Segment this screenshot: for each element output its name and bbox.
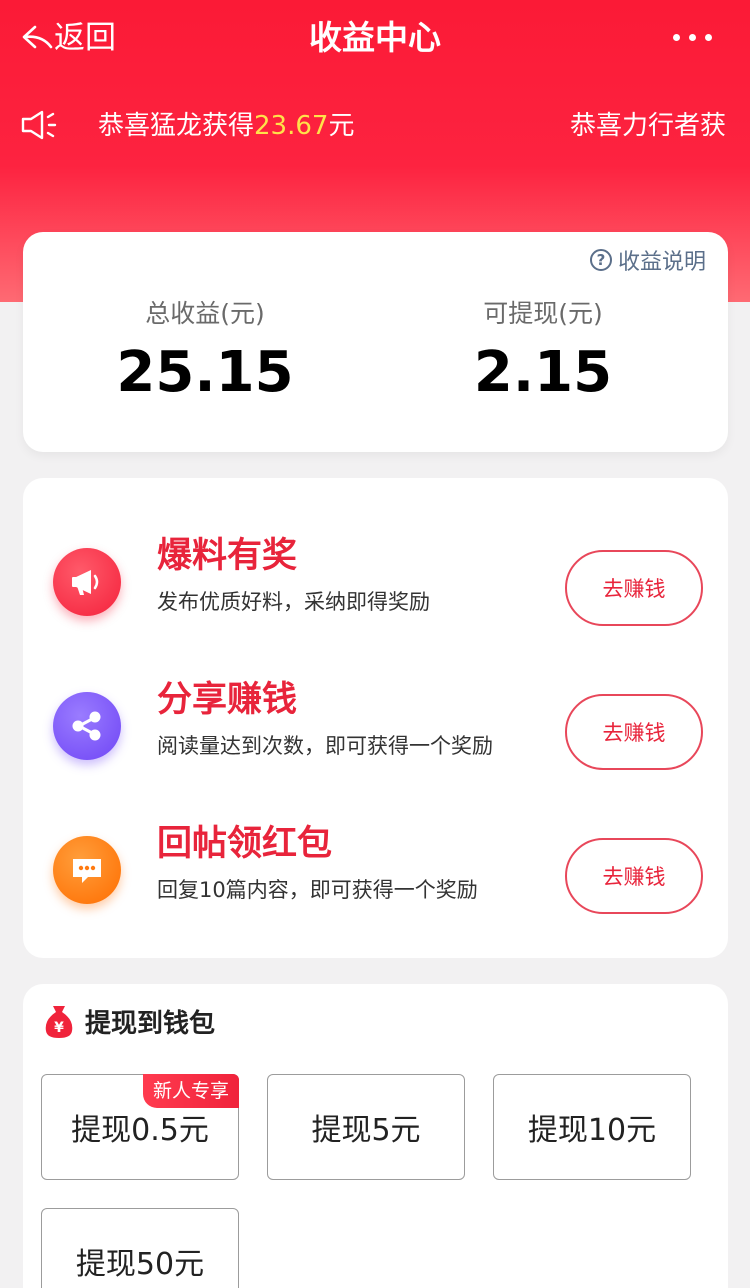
withdraw-option-label: 提现0.5元	[71, 1113, 209, 1148]
earn-button[interactable]: 去赚钱	[565, 838, 703, 914]
money-bag-icon: ¥	[45, 1006, 73, 1038]
page-title: 收益中心	[309, 18, 441, 57]
tasks-card: 爆料有奖 发布优质好料，采纳即得奖励 去赚钱 分享赚钱 阅读量达到次数，即可获得…	[23, 478, 728, 958]
task-description: 回复10篇内容，即可获得一个奖励	[157, 878, 478, 902]
task-item-report: 爆料有奖 发布优质好料，采纳即得奖励 去赚钱	[23, 530, 728, 640]
task-title: 回帖领红包	[157, 824, 333, 864]
withdraw-card: ¥ 提现到钱包 提现0.5元 新人专享 提现5元 提现10元 提现50元	[23, 984, 728, 1288]
withdraw-option-5[interactable]: 提现5元	[267, 1074, 465, 1180]
withdraw-option-50[interactable]: 提现50元	[41, 1208, 239, 1288]
nav-bar: 返回 收益中心	[0, 0, 750, 78]
announcement-ticker: 恭喜猛龙获得23.67元 恭喜力行者获	[0, 100, 750, 152]
withdraw-option-label: 提现5元	[311, 1113, 421, 1148]
ticker-item: 恭喜力行者获	[570, 111, 727, 141]
total-earnings: 总收益(元) 25.15	[55, 296, 355, 408]
total-earnings-label: 总收益(元)	[145, 299, 265, 328]
question-icon: ?	[589, 249, 612, 271]
task-item-reply: 回帖领红包 回复10篇内容，即可获得一个奖励 去赚钱	[23, 818, 728, 928]
chat-icon	[53, 836, 121, 904]
earnings-summary-card: ? 收益说明 总收益(元) 25.15 可提现(元) 2.15	[23, 232, 728, 452]
earn-button[interactable]: 去赚钱	[565, 550, 703, 626]
task-description: 发布优质好料，采纳即得奖励	[157, 590, 430, 614]
share-icon	[53, 692, 121, 760]
task-item-share: 分享赚钱 阅读量达到次数，即可获得一个奖励 去赚钱	[23, 674, 728, 784]
task-title: 爆料有奖	[157, 536, 298, 576]
more-menu-icon[interactable]	[673, 34, 712, 41]
svg-text:¥: ¥	[54, 1020, 64, 1036]
new-user-badge: 新人专享	[142, 1074, 239, 1108]
speaker-icon	[21, 110, 57, 140]
withdrawable-label: 可提现(元)	[483, 299, 603, 328]
withdraw-option-0-5[interactable]: 提现0.5元 新人专享	[41, 1074, 239, 1180]
withdrawable-value: 2.15	[473, 340, 613, 405]
earnings-explain-link[interactable]: ? 收益说明	[589, 244, 706, 276]
task-description: 阅读量达到次数，即可获得一个奖励	[157, 734, 493, 758]
withdraw-title: 提现到钱包	[85, 1008, 216, 1039]
task-title: 分享赚钱	[157, 680, 298, 720]
withdrawable-balance: 可提现(元) 2.15	[393, 296, 693, 408]
earn-button[interactable]: 去赚钱	[565, 694, 703, 770]
earnings-explain-label: 收益说明	[617, 250, 706, 275]
megaphone-icon	[53, 548, 121, 616]
withdraw-option-label: 提现50元	[75, 1247, 205, 1282]
withdraw-option-label: 提现10元	[527, 1113, 657, 1148]
withdraw-option-10[interactable]: 提现10元	[493, 1074, 691, 1180]
ticker-item: 恭喜猛龙获得23.67元	[98, 111, 355, 141]
withdraw-header: ¥ 提现到钱包	[41, 1002, 215, 1040]
total-earnings-value: 25.15	[116, 340, 294, 405]
